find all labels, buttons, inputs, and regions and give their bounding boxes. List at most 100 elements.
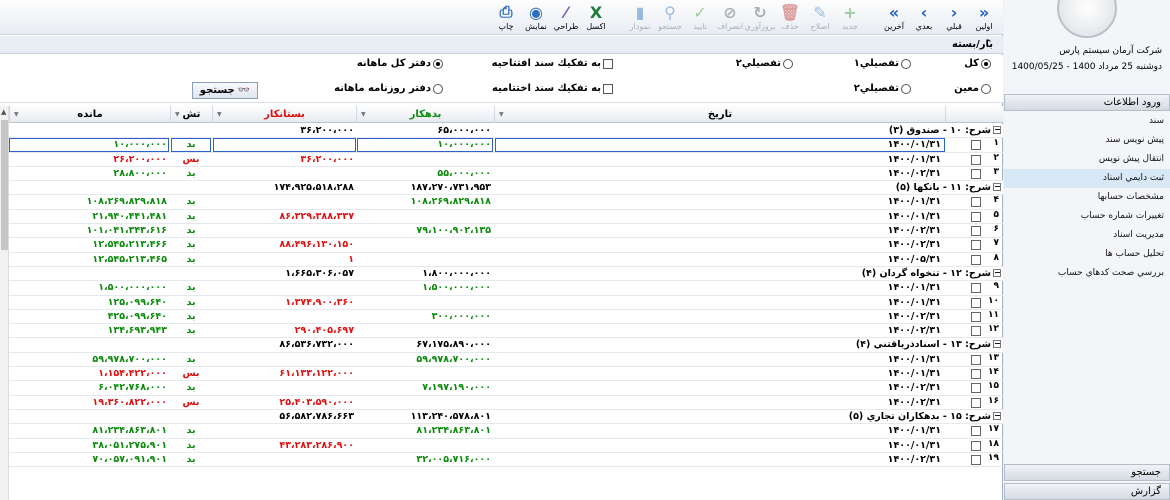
credit-cell[interactable]: ۶۱،۱۳۳،۱۲۲،۰۰۰ (213, 367, 356, 381)
table-row[interactable]: ۲۱،۹۴۰،۴۴۱،۴۸۱ بد ۸۶،۳۲۹،۳۸۸،۳۳۷ ۱۴۰۰/۰۱/۳۱… (9, 210, 1003, 225)
balance-cell[interactable]: ۱۳۴،۶۹۳،۹۴۳ (9, 324, 169, 338)
radio-circle-icon[interactable] (981, 83, 991, 94)
toolbar-button-cancel[interactable]: ⊘ انصراف (715, 0, 745, 35)
nature-cell[interactable]: بد (171, 353, 211, 367)
checkbox-icon[interactable] (603, 83, 613, 94)
balance-cell[interactable]: ۶،۰۴۲،۷۶۸،۰۰۰ (9, 381, 169, 395)
balance-cell[interactable]: ۸۱،۲۳۴،۸۶۳،۸۰۱ (9, 424, 169, 438)
credit-cell[interactable] (213, 453, 356, 467)
section-report[interactable]: گزارش (1004, 483, 1170, 500)
debit-cell[interactable] (357, 396, 493, 410)
row-checkbox[interactable] (971, 454, 981, 465)
row-checkbox[interactable] (971, 140, 981, 151)
collapse-caret-icon[interactable]: ⌃ (985, 39, 993, 49)
nature-cell[interactable]: بد (171, 381, 211, 395)
date-cell[interactable]: ۱۴۰۰/۰۲/۳۱ (495, 381, 945, 395)
balance-cell[interactable]: ۱،۱۵۴،۴۲۲،۰۰۰ (9, 367, 169, 381)
table-row[interactable]: ۱،۱۵۴،۴۲۲،۰۰۰ بس ۶۱،۱۳۳،۱۲۲،۰۰۰ ۱۴۰۰/۰۱/۳۱ ۱… (9, 367, 1003, 382)
table-row[interactable]: ۱۳۴،۶۹۳،۹۴۳ بد ۲۹۰،۴۰۵،۶۹۷ ۱۴۰۰/۰۲/۳۱ ۱۲ (9, 324, 1003, 339)
credit-cell[interactable] (213, 424, 356, 438)
toolbar-button-double-chevron-right[interactable]: » اولين (969, 0, 999, 35)
debit-cell[interactable]: ۱۰،۰۰۰،۰۰۰ (357, 138, 493, 153)
toolbar-button-check[interactable]: ✓ تاييد (685, 0, 715, 35)
debit-cell[interactable]: ۱،۵۰۰،۰۰۰،۰۰۰ (357, 281, 493, 295)
date-cell[interactable]: ۱۴۰۰/۰۲/۳۱ (495, 324, 945, 338)
collapse-minus-icon[interactable]: − (993, 183, 1001, 192)
credit-cell[interactable]: ۳۶،۲۰۰،۰۰۰ (213, 153, 356, 167)
credit-cell[interactable]: ۲۵،۴۰۳،۵۹۰،۰۰۰ (213, 396, 356, 410)
balance-cell[interactable]: ۱۹،۳۶۰،۸۲۲،۰۰۰ (9, 396, 169, 410)
sidebar-item[interactable]: انتقال پيش نويس (1004, 150, 1170, 169)
credit-cell[interactable]: ۲۹۰،۴۰۵،۶۹۷ (213, 324, 356, 338)
date-cell[interactable]: ۱۴۰۰/۰۱/۳۱ (495, 424, 945, 438)
section-data-entry[interactable]: ورود اطلاعات (1004, 94, 1170, 111)
credit-cell[interactable]: ۱ (213, 253, 356, 267)
toolbar-button-printer[interactable]: ⎙ چاپ (491, 0, 521, 35)
debit-cell[interactable] (357, 253, 493, 267)
row-checkbox[interactable] (971, 369, 981, 380)
group-row[interactable]: ۵۶،۵۸۲،۷۸۶،۶۶۳ ۱۱۳،۲۴۰،۵۷۸،۸۰۱ شرح: ۱۵ - ب… (9, 409, 1003, 425)
toolbar-button-plus[interactable]: + جديد (835, 0, 865, 35)
debit-cell[interactable] (357, 238, 493, 252)
row-checkbox[interactable] (971, 311, 981, 322)
scroll-up-icon[interactable]: ▲ (1, 108, 6, 116)
group-row[interactable]: ۸۶،۵۳۶،۷۳۲،۰۰۰ ۶۷،۱۷۵،۸۹۰،۰۰۰ شرح: ۱۳ - اس… (9, 338, 1003, 353)
toolbar-button-pencil[interactable]: ✎ اصلاح (805, 0, 835, 35)
row-checkbox[interactable] (971, 383, 981, 394)
table-row[interactable]: ۱،۵۰۰،۰۰۰،۰۰۰ بد ۱،۵۰۰،۰۰۰،۰۰۰ ۱۴۰۰/۰۱/۳۱ ۹ (9, 281, 1003, 296)
table-row[interactable]: ۶،۰۴۲،۷۶۸،۰۰۰ بد ۷،۱۹۷،۱۹۰،۰۰۰ ۱۴۰۰/۰۲/۳۱ ۱۵ (9, 381, 1003, 396)
radio-circle-icon[interactable] (433, 83, 443, 94)
row-checkbox[interactable] (971, 254, 981, 265)
debit-cell[interactable]: ۷،۱۹۷،۱۹۰،۰۰۰ (357, 381, 493, 395)
debit-cell[interactable]: ۸۱،۲۳۴،۸۶۳،۸۰۱ (357, 424, 493, 438)
credit-cell[interactable]: ۱،۳۷۴،۹۰۰،۳۶۰ (213, 296, 356, 310)
row-checkbox[interactable] (971, 397, 981, 408)
sidebar-item[interactable]: پيش نويس سند (1004, 131, 1170, 150)
table-row[interactable]: ۱۲،۵۴۵،۲۱۳،۴۶۵ بد ۱ ۱۴۰۰/۰۵/۳۱ ۸ (9, 253, 1003, 267)
credit-cell[interactable] (213, 381, 356, 395)
row-checkbox[interactable] (971, 326, 981, 337)
date-cell[interactable]: ۱۴۰۰/۰۱/۳۱ (495, 439, 945, 453)
debit-cell[interactable] (357, 367, 493, 381)
radio-ledger-monthly[interactable]: دفتر كل ماهانه (357, 58, 443, 69)
table-row[interactable]: ۱۹،۳۶۰،۸۲۲،۰۰۰ بس ۲۵،۴۰۳،۵۹۰،۰۰۰ ۱۴۰۰/۰۲/۳۱… (9, 396, 1003, 410)
sidebar-item[interactable]: مشخصات حسابها (1004, 188, 1170, 207)
date-cell[interactable]: ۱۴۰۰/۰۲/۳۱ (495, 310, 945, 324)
radio-circle-icon[interactable] (433, 58, 443, 69)
date-cell[interactable]: ۱۴۰۰/۰۱/۳۱ (495, 281, 945, 295)
collapse-minus-icon[interactable]: − (993, 268, 1001, 277)
header-balance[interactable]: ▼ مانده (9, 106, 170, 123)
nature-cell[interactable]: بد (171, 224, 211, 238)
table-row[interactable]: ۲۶،۲۰۰،۰۰۰ بس ۳۶،۲۰۰،۰۰۰ ۱۴۰۰/۰۱/۳۱ ۲ (9, 153, 1003, 167)
credit-cell[interactable]: ۸۸،۴۹۶،۱۳۰،۱۵۰ (213, 238, 356, 252)
balance-cell[interactable]: ۲۸،۸۰۰،۰۰۰ (9, 167, 169, 181)
checkbox-icon[interactable] (603, 58, 613, 69)
date-cell[interactable]: ۱۴۰۰/۰۱/۳۱ (495, 353, 945, 367)
balance-cell[interactable]: ۱۲،۵۴۵،۲۱۳،۴۶۶ (9, 238, 169, 252)
row-checkbox[interactable] (971, 240, 981, 251)
radio-circle-icon[interactable] (783, 58, 793, 69)
row-checkbox[interactable] (971, 426, 981, 437)
debit-cell[interactable] (357, 439, 493, 453)
toolbar-button-refresh[interactable]: ↻ بروزآوري (745, 0, 775, 35)
nature-cell[interactable]: بد (171, 296, 211, 310)
debit-cell[interactable] (357, 296, 493, 310)
debit-cell[interactable]: ۳۰۰،۰۰۰،۰۰۰ (357, 310, 493, 324)
radio-circle-icon[interactable] (901, 83, 911, 94)
toolbar-button-eye[interactable]: ◉ نمايش (521, 0, 551, 35)
credit-cell[interactable] (213, 167, 356, 181)
radio-tafsili2[interactable]: تفصيلي۲ (854, 83, 911, 94)
toolbar-button-brush[interactable]: ⁄ طراحي (551, 0, 581, 35)
sidebar-item[interactable]: ثبت دايمي اسناد (1004, 169, 1170, 188)
table-row[interactable]: ۱۰،۰۰۰،۰۰۰ بد ۱۰،۰۰۰،۰۰۰ ۱۴۰۰/۰۱/۳۱ ۱ (9, 138, 1003, 153)
balance-cell[interactable]: ۱۰،۰۰۰،۰۰۰ (9, 138, 169, 153)
vertical-scrollbar[interactable]: ▲ (0, 106, 9, 500)
debit-cell[interactable] (357, 153, 493, 167)
radio-journal-monthly[interactable]: دفتر روزنامه ماهانه (334, 83, 443, 94)
balance-cell[interactable]: ۱۲۵،۰۹۹،۶۴۰ (9, 296, 169, 310)
sidebar-item[interactable]: مديريت اسناد (1004, 226, 1170, 245)
date-cell[interactable]: ۱۴۰۰/۰۲/۳۱ (495, 396, 945, 410)
date-cell[interactable]: ۱۴۰۰/۰۱/۳۱ (495, 296, 945, 310)
debit-cell[interactable]: ۵۵،۰۰۰،۰۰۰ (357, 167, 493, 181)
row-checkbox[interactable] (971, 197, 981, 208)
